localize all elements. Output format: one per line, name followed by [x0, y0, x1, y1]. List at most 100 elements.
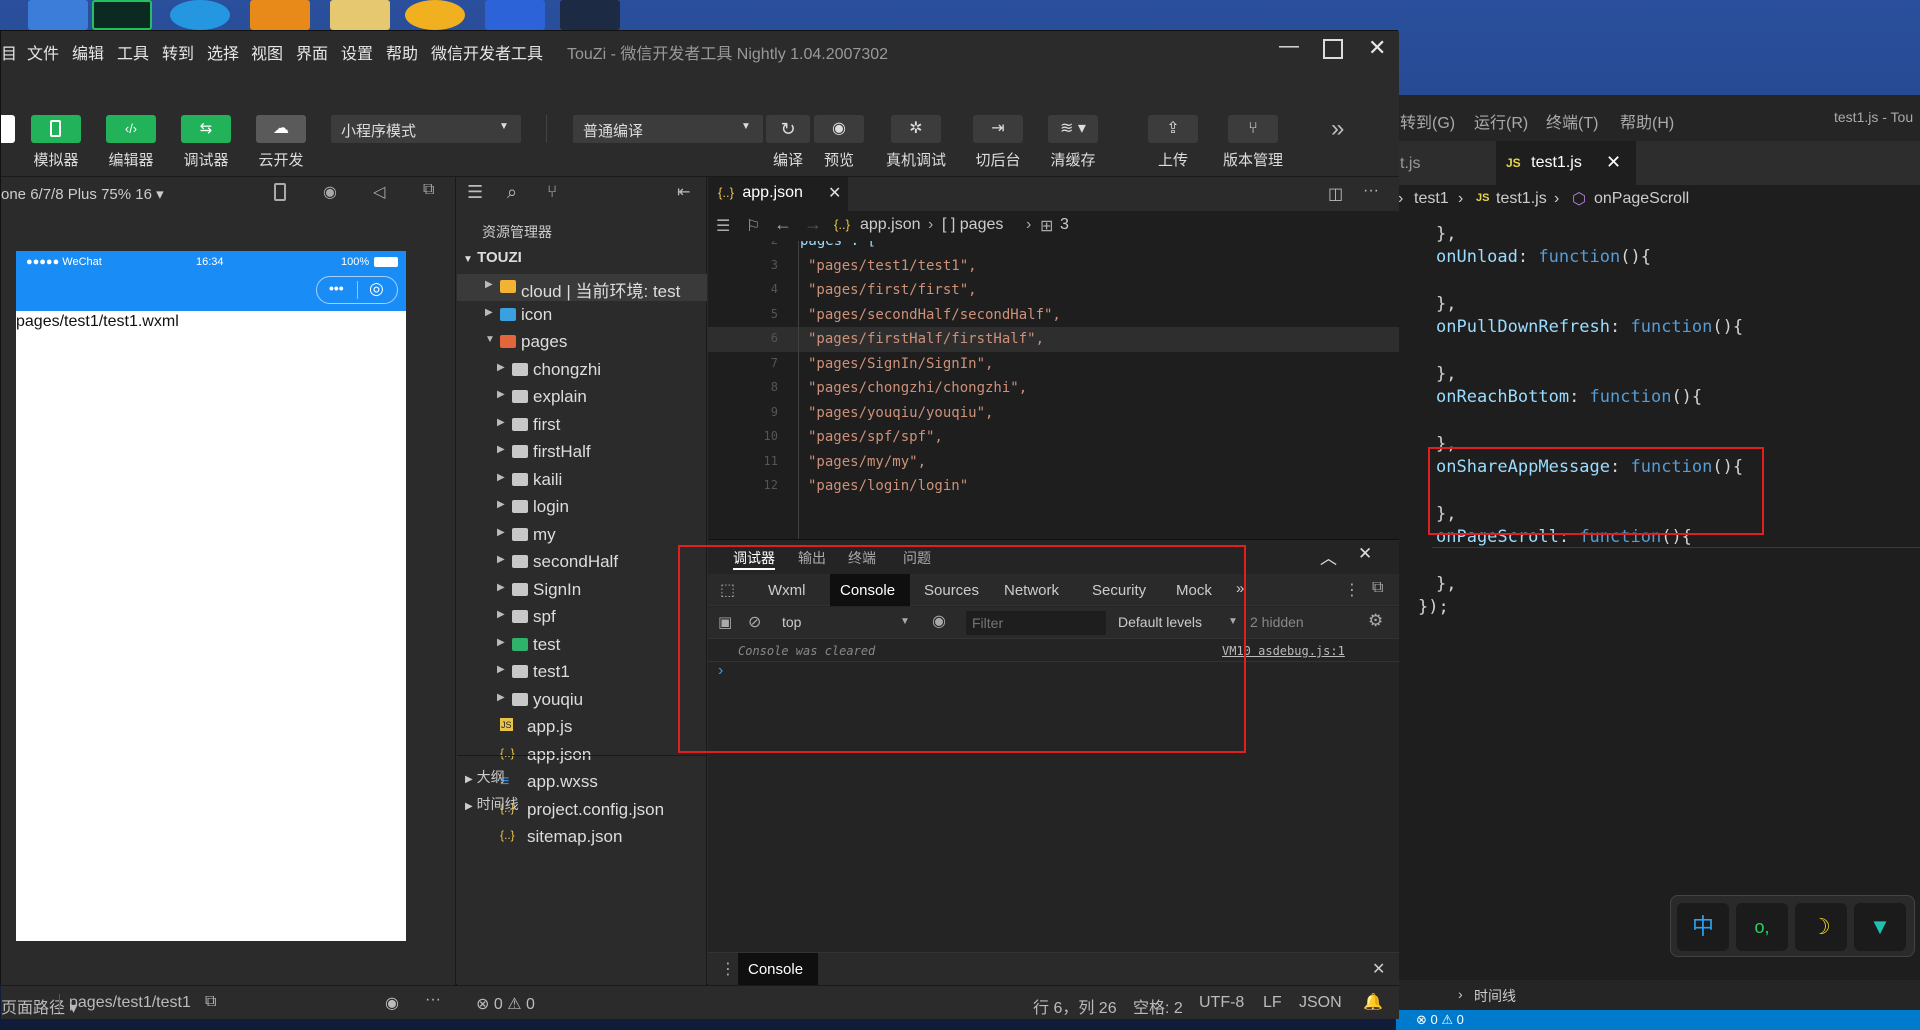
cloud-dev-button[interactable]: ☁: [256, 115, 306, 143]
desktop-app-icon[interactable]: [560, 0, 620, 30]
menu-select[interactable]: 选择: [207, 40, 239, 64]
close-icon[interactable]: ✕: [1372, 959, 1385, 979]
tab-network[interactable]: Network: [1004, 582, 1059, 599]
inspect-icon[interactable]: ⬚: [720, 580, 735, 600]
kebab-menu-icon[interactable]: ⋮: [1344, 580, 1360, 600]
more-icon[interactable]: ···: [1363, 182, 1379, 200]
context-select[interactable]: top ▼: [774, 611, 914, 635]
menu-wechat-devtools[interactable]: 微信开发者工具: [431, 40, 543, 64]
more-icon[interactable]: ···: [425, 991, 441, 1009]
volume-icon[interactable]: ◁: [373, 182, 385, 202]
menu-goto[interactable]: 转到: [162, 40, 194, 64]
maximize-icon[interactable]: [1323, 39, 1343, 59]
breadcrumb-item[interactable]: app.json: [860, 216, 921, 234]
vscode-menu-goto[interactable]: 转到(G): [1400, 109, 1455, 133]
file-tree-item[interactable]: ▶ my: [457, 522, 707, 549]
file-tree-item[interactable]: ▶ spf: [457, 604, 707, 631]
breadcrumb-item[interactable]: onPageScroll: [1594, 190, 1689, 208]
editor-button[interactable]: ‹/›: [106, 115, 156, 143]
compile-select[interactable]: 普通编译 ▼: [573, 115, 763, 143]
skin-icon[interactable]: ▼: [1854, 903, 1906, 951]
problems-counter[interactable]: ⊗ 0 ⚠ 0: [1416, 1012, 1464, 1028]
dock-icon[interactable]: ⧉: [1372, 579, 1383, 597]
record-icon[interactable]: ◉: [323, 182, 337, 202]
ime-punct-button[interactable]: o,: [1736, 903, 1788, 951]
outline-section[interactable]: ▶ 大纲: [465, 767, 505, 787]
compile-button[interactable]: ↻: [766, 115, 810, 143]
list-icon[interactable]: ☰: [467, 182, 483, 203]
file-tree-item[interactable]: ▶ explain: [457, 384, 707, 411]
debugger-button[interactable]: ⇆: [181, 115, 231, 143]
vscode-menu-terminal[interactable]: 终端(T): [1546, 109, 1598, 133]
language-mode[interactable]: JSON: [1299, 994, 1342, 1012]
file-tree-item[interactable]: ▼ pages: [457, 329, 707, 356]
tab-mock[interactable]: Mock: [1176, 582, 1212, 599]
menu-settings[interactable]: 设置: [341, 40, 373, 64]
eye-icon[interactable]: ◉: [385, 993, 399, 1013]
more-dots-icon[interactable]: •••: [329, 280, 344, 296]
search-icon[interactable]: ⌕: [507, 182, 517, 203]
menu-help[interactable]: 帮助: [386, 40, 418, 64]
minimize-icon[interactable]: —: [1279, 35, 1299, 58]
encoding[interactable]: UTF-8: [1199, 994, 1244, 1012]
file-tree-item[interactable]: ▶ cloud | 当前环境: test: [457, 274, 707, 301]
code-lines[interactable]: 2 pages": [3 "pages/test1/test1", 4 "pages/f…: [708, 241, 1399, 539]
background-button[interactable]: ⇥: [973, 115, 1023, 143]
file-tree-item[interactable]: JS app.js: [457, 714, 707, 741]
close-icon[interactable]: ✕: [1368, 35, 1386, 61]
tab-terminal[interactable]: 终端: [848, 548, 876, 568]
desktop-app-icon[interactable]: [28, 0, 88, 30]
menu-file[interactable]: 文件: [27, 40, 59, 64]
ime-language-button[interactable]: 中: [1677, 903, 1729, 951]
upload-button[interactable]: ⇪: [1148, 115, 1198, 143]
forward-arrow-icon[interactable]: →: [804, 214, 822, 235]
project-root[interactable]: ▼ TOUZI: [463, 249, 522, 266]
remote-debug-button[interactable]: ✲: [891, 115, 941, 143]
more-tabs-icon[interactable]: »: [1236, 580, 1244, 597]
file-tree-item[interactable]: {..} sitemap.json: [457, 824, 707, 851]
back-arrow-icon[interactable]: ←: [774, 214, 792, 235]
bookmark-icon[interactable]: ⚐: [746, 216, 760, 236]
filter-input[interactable]: [966, 611, 1106, 635]
menu-tools[interactable]: 工具: [117, 40, 149, 64]
tab-problems[interactable]: 问题: [903, 548, 931, 568]
desktop-app-icon[interactable]: [170, 0, 230, 30]
breadcrumb-item[interactable]: [ ] pages: [942, 216, 1003, 234]
vscode-menu-help[interactable]: 帮助(H): [1620, 109, 1674, 133]
cursor-position[interactable]: 行 6，列 26: [1033, 994, 1117, 1018]
tab-debugger[interactable]: 调试器: [733, 548, 775, 570]
chevron-up-icon[interactable]: ︿: [1320, 544, 1337, 569]
console-prompt[interactable]: ›: [718, 662, 723, 680]
drawer-console-tab[interactable]: Console: [738, 953, 818, 987]
tab-sources[interactable]: Sources: [924, 582, 979, 599]
close-icon[interactable]: ✕: [828, 183, 841, 203]
tab-output[interactable]: 输出: [798, 548, 826, 568]
phone-screen[interactable]: ●●●●● WeChat 16:34 100% ••• ◎ pages/test…: [16, 251, 406, 941]
bell-icon[interactable]: 🔔: [1363, 992, 1383, 1012]
mode-select[interactable]: 小程序模式 ▼: [331, 115, 521, 143]
file-tree-item[interactable]: ▶ youqiu: [457, 687, 707, 714]
file-tree-item[interactable]: ▶ icon: [457, 302, 707, 329]
desktop-app-icon[interactable]: [250, 0, 310, 30]
breadcrumb-item[interactable]: 3: [1060, 216, 1069, 234]
vscode-menu-run[interactable]: 运行(R): [1474, 109, 1528, 133]
list-icon[interactable]: ☰: [716, 216, 730, 236]
eye-icon[interactable]: ◉: [932, 611, 946, 631]
file-tree-item[interactable]: ▶ SignIn: [457, 577, 707, 604]
menu-interface[interactable]: 界面: [296, 40, 328, 64]
line-ending[interactable]: LF: [1263, 994, 1282, 1012]
collapse-icon[interactable]: ⇤: [677, 182, 690, 202]
menu-edit[interactable]: 编辑: [72, 40, 104, 64]
window-icon[interactable]: ⧉: [423, 181, 434, 199]
clear-console-icon[interactable]: ⊘: [748, 612, 761, 632]
breadcrumb-item[interactable]: test1: [1414, 190, 1449, 208]
close-icon[interactable]: ✕: [1606, 152, 1621, 173]
breadcrumb-item[interactable]: test1.js: [1496, 190, 1547, 208]
file-tree-item[interactable]: ▶ test1: [457, 659, 707, 686]
desktop-app-icon[interactable]: [485, 0, 545, 30]
vscode-tab-active[interactable]: JS test1.js ✕: [1496, 141, 1636, 185]
close-icon[interactable]: ✕: [1358, 544, 1372, 564]
menu-item[interactable]: 目: [1, 40, 17, 64]
file-tree-item[interactable]: ▶ first: [457, 412, 707, 439]
vscode-tab[interactable]: t.js: [1396, 141, 1486, 185]
